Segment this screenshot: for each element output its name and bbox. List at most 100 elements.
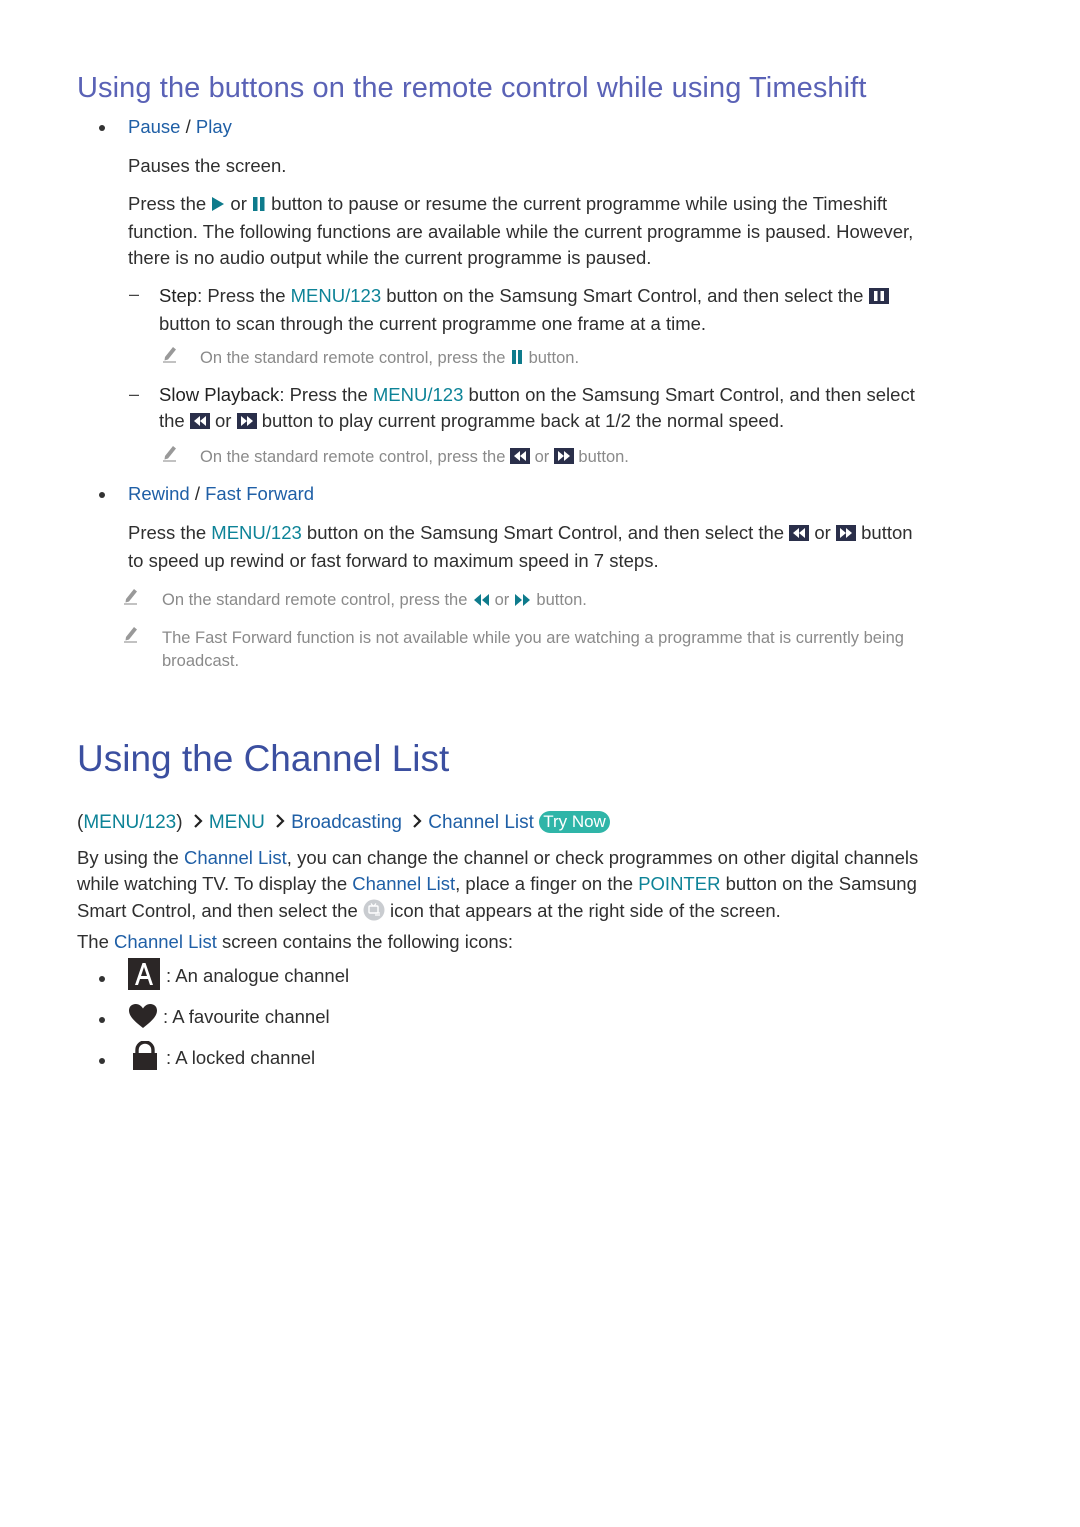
slow-playback-item: Slow Playback: Press the MENU/123 button… (159, 382, 915, 436)
menu-123-label: MENU/123 (211, 522, 302, 543)
text: or (490, 591, 514, 609)
text: function. The following functions are av… (128, 221, 914, 242)
channel-list-tv-icon (363, 899, 385, 928)
step-note: On the standard remote control, press th… (200, 347, 579, 372)
text: button to scan through the current progr… (159, 313, 707, 334)
text: or (225, 193, 253, 214)
menu-123-label: MENU/123 (372, 384, 464, 405)
section-heading-timeshift: Using the buttons on the remote control … (77, 72, 867, 104)
pause-paragraph: Press the or button to pause or resume t… (128, 191, 1008, 271)
rewind-link[interactable]: Rewind (128, 483, 190, 504)
step-frame-icon (868, 285, 889, 311)
title-separator: / (189, 483, 206, 504)
legend-analogue-label: : An analogue channel (166, 965, 350, 986)
text: button. (573, 448, 629, 466)
dash-marker: – (129, 384, 140, 404)
rewind-ff-paragraph: Press the MENU/123 button on the Samsung… (128, 520, 913, 574)
text: , place a finger on the (455, 873, 639, 894)
text: ) (176, 812, 183, 833)
chevron-right-icon (412, 813, 422, 835)
text: button to pause or resume the current pr… (266, 193, 888, 214)
fast-forward-link[interactable]: Fast Forward (205, 483, 314, 504)
text: button on the Samsung Smart Control, and… (463, 384, 915, 405)
text: Press the (128, 193, 212, 214)
pause-play-title: Pause / Play (128, 116, 232, 138)
bullet-dot (99, 1058, 105, 1064)
breadcrumb-menu[interactable]: MENU (209, 812, 265, 833)
pencil-note-icon (122, 587, 140, 605)
legend-locked-label: : A locked channel (166, 1047, 316, 1068)
text: The (77, 931, 115, 952)
play-link[interactable]: Play (196, 116, 232, 137)
heart-icon (128, 1003, 158, 1034)
slow-note: On the standard remote control, press th… (200, 446, 629, 471)
text: , you can change the channel or check pr… (286, 847, 919, 868)
try-now-button[interactable]: Try Now (539, 811, 610, 833)
analogue-channel-icon (128, 958, 160, 995)
text: or (530, 448, 554, 466)
bullet-dot (99, 492, 105, 498)
text: screen contains the following icons: (216, 931, 514, 952)
text: : Press the (197, 285, 291, 306)
channel-list-paragraph: By using the Channel List, you can chang… (77, 845, 918, 928)
chevron-right-icon (275, 813, 285, 835)
fast-forward-arrows-icon (514, 591, 532, 614)
play-icon (211, 193, 225, 219)
text: or (209, 410, 237, 431)
text: there is no audio output while the curre… (128, 247, 652, 268)
step-item: Step: Press the MENU/123 button on the S… (159, 283, 889, 337)
text: On the standard remote control, press th… (162, 591, 472, 609)
step-forward-icon (236, 410, 257, 436)
bullet-dot (99, 976, 105, 982)
pencil-note-icon (161, 444, 179, 462)
fast-forward-icon (835, 522, 856, 548)
text: button on the Samsung Smart Control, and… (381, 285, 869, 306)
step-label: Step (159, 285, 198, 306)
pause-icon (510, 349, 524, 372)
step-back-icon (189, 410, 210, 436)
pencil-note-icon (122, 625, 140, 643)
lock-icon (132, 1040, 158, 1076)
bullet-dot (99, 1017, 105, 1023)
text: By using the (77, 847, 184, 868)
breadcrumb: (MENU/123) MENU Broadcasting Channel Lis… (77, 811, 610, 835)
text: button on the Samsung Smart Control, and… (301, 522, 790, 543)
rewind-icon (510, 448, 530, 471)
text: Smart Control, and then select the (77, 900, 363, 921)
breadcrumb-menu-123[interactable]: MENU/123 (83, 812, 176, 833)
pause-icon (252, 193, 266, 219)
rewind-ff-title: Rewind / Fast Forward (128, 483, 314, 505)
text: icon that appears at the right side of t… (384, 900, 781, 921)
pause-link[interactable]: Pause (128, 116, 180, 137)
text: button on the Samsung (720, 873, 917, 894)
text: to speed up rewind or fast forward to ma… (128, 550, 659, 571)
rewind-icon (789, 522, 810, 548)
chevron-right-icon (193, 813, 203, 835)
menu-123-label: MENU/123 (290, 285, 382, 306)
text: Press the (128, 522, 212, 543)
text: broadcast. (162, 652, 240, 670)
rewind-note-2: The Fast Forward function is not availab… (162, 627, 904, 673)
pencil-note-icon (161, 345, 179, 363)
channel-list-link: Channel List (352, 873, 456, 894)
text: the (159, 410, 190, 431)
pause-desc: Pauses the screen. (128, 155, 287, 176)
breadcrumb-channel-list[interactable]: Channel List (428, 812, 534, 833)
text: button to play current programme back at… (256, 410, 785, 431)
bullet-dot (99, 125, 105, 131)
rewind-arrows-icon (472, 591, 490, 614)
text: button. (531, 591, 587, 609)
text: On the standard remote control, press th… (200, 349, 510, 367)
text: or (809, 522, 836, 543)
text: while watching TV. To display the (77, 873, 353, 894)
section-heading-channel-list: Using the Channel List (77, 738, 450, 779)
channel-list-link: Channel List (114, 931, 217, 952)
channel-list-icons-intro: The Channel List screen contains the fol… (77, 929, 513, 955)
text: button (855, 522, 913, 543)
breadcrumb-broadcasting[interactable]: Broadcasting (291, 812, 402, 833)
slow-playback-label: Slow Playback (159, 384, 280, 405)
fast-forward-icon (553, 448, 574, 471)
channel-list-link: Channel List (183, 847, 287, 868)
rewind-note-1: On the standard remote control, press th… (162, 589, 587, 614)
text: The Fast Forward function is not availab… (162, 629, 904, 647)
